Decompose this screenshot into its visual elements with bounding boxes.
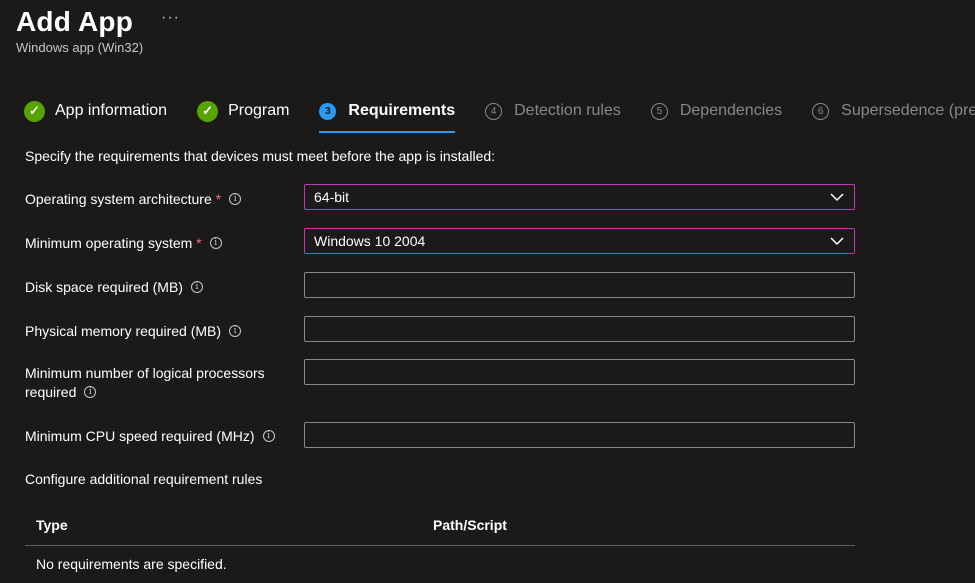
table-header: Type Path/Script <box>25 505 855 546</box>
tab-supersedence[interactable]: 6 Supersedence (preview) <box>812 98 975 124</box>
min-os-dropdown[interactable]: Windows 10 2004 <box>304 228 855 254</box>
disk-space-label: Disk space required (MB) <box>25 279 183 295</box>
physical-memory-label: Physical memory required (MB) <box>25 323 222 339</box>
step-number-icon: 6 <box>812 102 830 120</box>
info-icon[interactable]: i <box>190 281 203 294</box>
empty-table-message: No requirements are specified. <box>36 556 227 572</box>
active-tab-indicator <box>319 131 456 133</box>
step-number-icon: 3 <box>319 102 337 120</box>
info-icon[interactable]: i <box>209 237 222 250</box>
wizard-steps: ✓ App information ✓ Program 3 Requiremen… <box>24 98 975 133</box>
requirements-intro: Specify the requirements that devices mu… <box>25 148 496 164</box>
step-label: App information <box>55 102 168 119</box>
tab-detection-rules[interactable]: 4 Detection rules <box>485 98 621 124</box>
chevron-down-icon <box>830 193 844 202</box>
chevron-down-icon <box>830 237 844 246</box>
step-number-icon: 4 <box>485 102 503 120</box>
step-label: Program <box>228 102 290 119</box>
logical-processors-label-line2: required <box>25 384 77 400</box>
check-icon: ✓ <box>24 100 45 122</box>
logical-processors-row: Minimum number of logical processors req… <box>25 359 855 402</box>
min-os-label: Minimum operating system <box>25 235 193 251</box>
disk-space-input[interactable] <box>304 272 855 298</box>
os-architecture-value: 64-bit <box>314 189 350 205</box>
os-architecture-row: Operating system architecture * i 64-bit <box>25 184 855 210</box>
tab-app-information[interactable]: ✓ App information <box>24 98 167 124</box>
cpu-speed-input[interactable] <box>304 422 855 448</box>
step-label: Supersedence (preview) <box>841 102 975 119</box>
step-number-icon: 5 <box>650 102 668 120</box>
step-label: Requirements <box>348 102 456 119</box>
page-subtitle: Windows app (Win32) <box>16 40 144 55</box>
page-title: Add App <box>16 6 133 37</box>
additional-rules-heading: Configure additional requirement rules <box>25 471 263 487</box>
tab-program[interactable]: ✓ Program <box>197 98 289 124</box>
step-label: Detection rules <box>514 102 621 119</box>
add-app-page: Add App ··· Windows app (Win32) ✓ App in… <box>0 0 975 583</box>
cpu-speed-label: Minimum CPU speed required (MHz) <box>25 428 255 444</box>
info-icon[interactable]: i <box>229 193 242 206</box>
info-icon[interactable]: i <box>262 430 275 443</box>
info-icon[interactable]: i <box>84 386 97 399</box>
min-os-row: Minimum operating system * i Windows 10 20… <box>25 228 855 254</box>
check-icon: ✓ <box>197 100 219 122</box>
tab-dependencies[interactable]: 5 Dependencies <box>650 98 783 124</box>
column-type[interactable]: Type <box>25 517 433 533</box>
info-icon[interactable]: i <box>229 325 242 338</box>
tab-requirements[interactable]: 3 Requirements <box>319 98 456 133</box>
physical-memory-input[interactable] <box>304 316 855 342</box>
logical-processors-input[interactable] <box>304 359 855 385</box>
physical-memory-row: Physical memory required (MB) i <box>25 316 855 342</box>
os-architecture-label: Operating system architecture <box>25 191 212 207</box>
page-header: Add App ··· Windows app (Win32) <box>16 6 180 55</box>
required-marker: * <box>215 191 222 207</box>
min-os-value: Windows 10 2004 <box>314 233 426 249</box>
os-architecture-dropdown[interactable]: 64-bit <box>304 184 855 210</box>
more-options-icon[interactable]: ··· <box>161 9 180 27</box>
required-marker: * <box>196 235 202 251</box>
disk-space-row: Disk space required (MB) i <box>25 272 855 298</box>
column-path-script[interactable]: Path/Script <box>433 517 507 533</box>
requirement-rules-table: Type Path/Script No requirements are spe… <box>25 505 855 572</box>
cpu-speed-row: Minimum CPU speed required (MHz) i <box>25 422 855 448</box>
step-label: Dependencies <box>679 102 783 119</box>
logical-processors-label-line1: Minimum number of logical processors <box>25 365 265 381</box>
